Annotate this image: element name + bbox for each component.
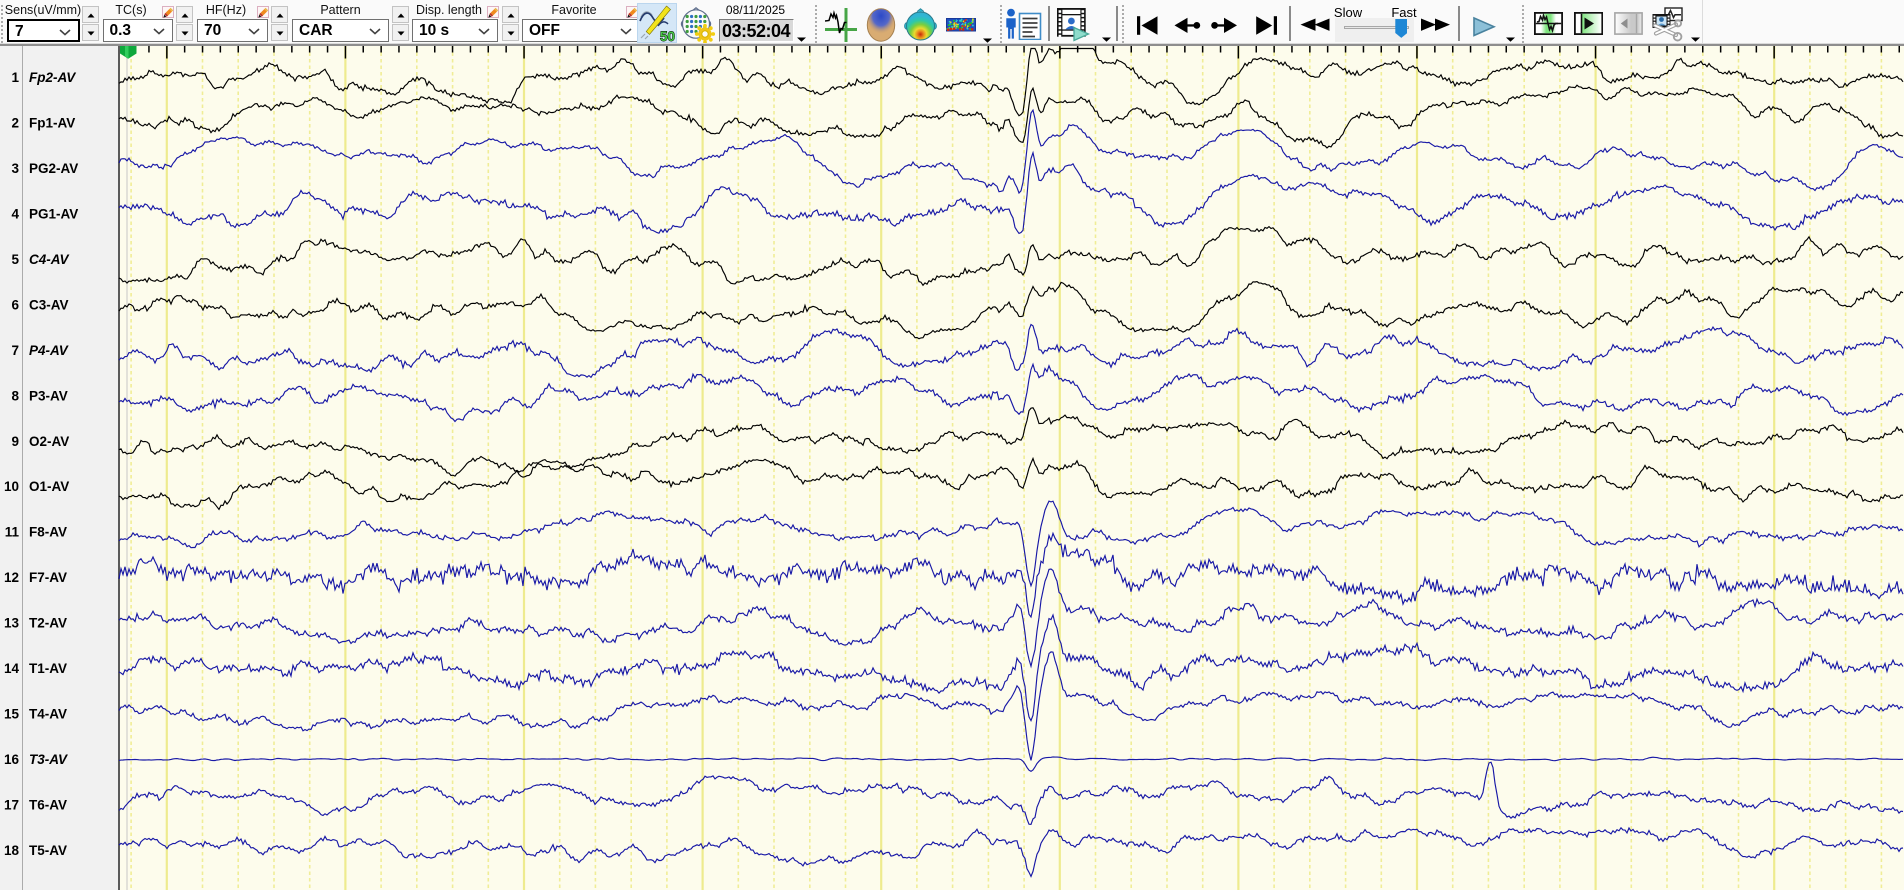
svg-text:T6-AV: T6-AV <box>29 798 67 813</box>
svg-text:10: 10 <box>4 479 19 494</box>
svg-text:T5-AV: T5-AV <box>29 843 67 858</box>
svg-text:8: 8 <box>11 388 19 403</box>
svg-text:C4-AV: C4-AV <box>29 252 70 267</box>
svg-text:C3-AV: C3-AV <box>29 297 69 312</box>
svg-text:T2-AV: T2-AV <box>29 616 67 631</box>
svg-text:Fp1-AV: Fp1-AV <box>29 116 75 131</box>
svg-text:16: 16 <box>4 752 20 767</box>
svg-text:F7-AV: F7-AV <box>29 570 67 585</box>
svg-text:17: 17 <box>4 798 19 813</box>
svg-text:12: 12 <box>4 570 19 585</box>
svg-text:T3-AV: T3-AV <box>29 752 68 767</box>
svg-text:P4-AV: P4-AV <box>29 343 69 358</box>
svg-text:F8-AV: F8-AV <box>29 525 67 540</box>
svg-text:PG2-AV: PG2-AV <box>29 161 78 176</box>
svg-text:P3-AV: P3-AV <box>29 388 68 403</box>
svg-text:PG1-AV: PG1-AV <box>29 206 78 221</box>
svg-text:T4-AV: T4-AV <box>29 707 67 722</box>
svg-text:18: 18 <box>4 843 20 858</box>
svg-text:9: 9 <box>11 434 19 449</box>
svg-text:T1-AV: T1-AV <box>29 661 67 676</box>
svg-text:O2-AV: O2-AV <box>29 434 69 449</box>
svg-text:Fp2-AV: Fp2-AV <box>29 70 76 85</box>
svg-text:11: 11 <box>5 525 20 540</box>
svg-text:7: 7 <box>11 343 19 358</box>
svg-text:6: 6 <box>11 297 19 312</box>
svg-text:O1-AV: O1-AV <box>29 479 69 494</box>
svg-text:50: 50 <box>659 29 674 43</box>
svg-text:13: 13 <box>4 616 20 631</box>
svg-text:2: 2 <box>11 116 19 131</box>
svg-text:4: 4 <box>11 206 19 221</box>
svg-text:1: 1 <box>11 70 19 85</box>
svg-text:14: 14 <box>4 661 20 676</box>
svg-text:15: 15 <box>4 707 20 722</box>
svg-text:5: 5 <box>11 252 19 267</box>
svg-text:3: 3 <box>11 161 19 176</box>
